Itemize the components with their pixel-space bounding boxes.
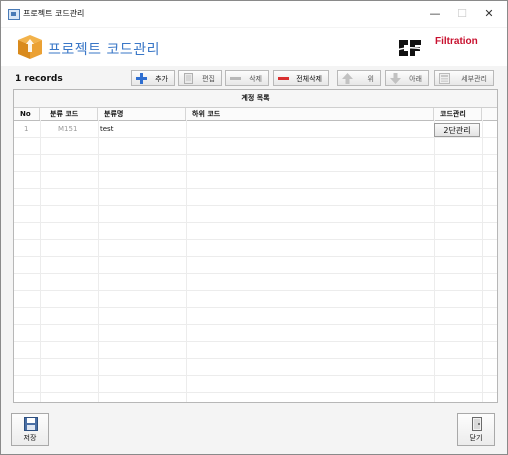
package-icon — [15, 32, 45, 60]
arrow-up-icon — [342, 73, 353, 84]
save-button[interactable]: 저장 — [11, 413, 49, 446]
toolbar: 1 records 추가 편집 삭제 전체삭제 위 아래 세부관리 — [1, 67, 507, 89]
empty-row — [14, 359, 497, 376]
brand-name: Filtration — [435, 36, 478, 47]
close-window-button[interactable]: ✕ — [475, 4, 503, 24]
empty-row — [14, 223, 497, 240]
empty-row — [14, 274, 497, 291]
save-icon — [24, 417, 38, 433]
move-up-button[interactable]: 위 — [337, 70, 381, 86]
minus-icon — [230, 73, 241, 84]
move-down-button[interactable]: 아래 — [385, 70, 429, 86]
column-header-category-name[interactable]: 분류명 — [98, 108, 186, 120]
empty-row — [14, 172, 497, 189]
delete-label: 삭제 — [249, 75, 262, 83]
arrow-down-icon — [390, 73, 401, 84]
empty-row — [14, 291, 497, 308]
details-icon — [439, 73, 450, 84]
details-button[interactable]: 세부관리 — [434, 70, 494, 86]
row-number: 1 — [24, 125, 29, 133]
grid-header: No 분류 코드 분류명 하위 코드 코드관리 — [14, 108, 497, 121]
edit-label: 편집 — [202, 75, 215, 83]
delete-all-button[interactable]: 전체삭제 — [273, 70, 329, 86]
delete-all-label: 전체삭제 — [296, 75, 322, 83]
app-icon — [8, 9, 20, 20]
move-down-label: 아래 — [409, 75, 422, 83]
minus-red-icon — [278, 73, 289, 84]
empty-row — [14, 257, 497, 274]
document-icon — [183, 73, 194, 84]
table-row[interactable]: 1 M151 test 2단관리 — [14, 121, 497, 138]
category-name-cell[interactable]: test — [100, 121, 113, 138]
column-header-sub-code[interactable]: 하위 코드 — [186, 108, 434, 120]
move-up-label: 위 — [367, 75, 374, 83]
empty-row — [14, 138, 497, 155]
add-label: 추가 — [155, 75, 168, 83]
brand-logo-icon — [395, 36, 425, 60]
close-door-icon — [470, 417, 484, 433]
close-button[interactable]: 닫기 — [457, 413, 495, 446]
empty-row — [14, 325, 497, 342]
record-count: 1 records — [15, 74, 63, 84]
column-header-category-code[interactable]: 분류 코드 — [40, 108, 98, 120]
window-title: 프로젝트 코드관리 — [23, 9, 85, 18]
plus-icon — [136, 73, 147, 84]
page-title: 프로젝트 코드관리 — [48, 42, 160, 58]
column-header-code-manage[interactable]: 코드관리 — [434, 108, 482, 120]
account-list-grid: 계정 목록 No 분류 코드 분류명 하위 코드 코드관리 1 M151 tes… — [13, 89, 498, 403]
delete-button[interactable]: 삭제 — [225, 70, 269, 86]
page-header: 프로젝트 코드관리 Filtration — [1, 28, 507, 66]
grid-title: 계정 목록 — [14, 90, 497, 108]
empty-row — [14, 189, 497, 206]
close-label: 닫기 — [469, 434, 483, 442]
empty-row — [14, 308, 497, 325]
empty-row — [14, 155, 497, 172]
add-button[interactable]: 추가 — [131, 70, 175, 86]
empty-row — [14, 376, 497, 393]
maximize-button[interactable]: ☐ — [448, 4, 476, 24]
category-code-cell[interactable]: M151 — [58, 121, 77, 138]
empty-row — [14, 240, 497, 257]
empty-row — [14, 206, 497, 223]
minimize-button[interactable]: — — [421, 4, 449, 24]
level2-manage-button[interactable]: 2단관리 — [434, 123, 480, 137]
column-header-no[interactable]: No — [14, 108, 40, 120]
brand-logo: Filtration — [395, 34, 495, 62]
save-label: 저장 — [23, 434, 37, 442]
application-window: 프로젝트 코드관리 — ☐ ✕ 프로젝트 코드관리 Filtration 1 r… — [0, 0, 508, 455]
empty-row — [14, 342, 497, 359]
title-bar: 프로젝트 코드관리 — ☐ ✕ — [1, 1, 507, 27]
details-label: 세부관리 — [461, 75, 487, 83]
edit-button[interactable]: 편집 — [178, 70, 222, 86]
